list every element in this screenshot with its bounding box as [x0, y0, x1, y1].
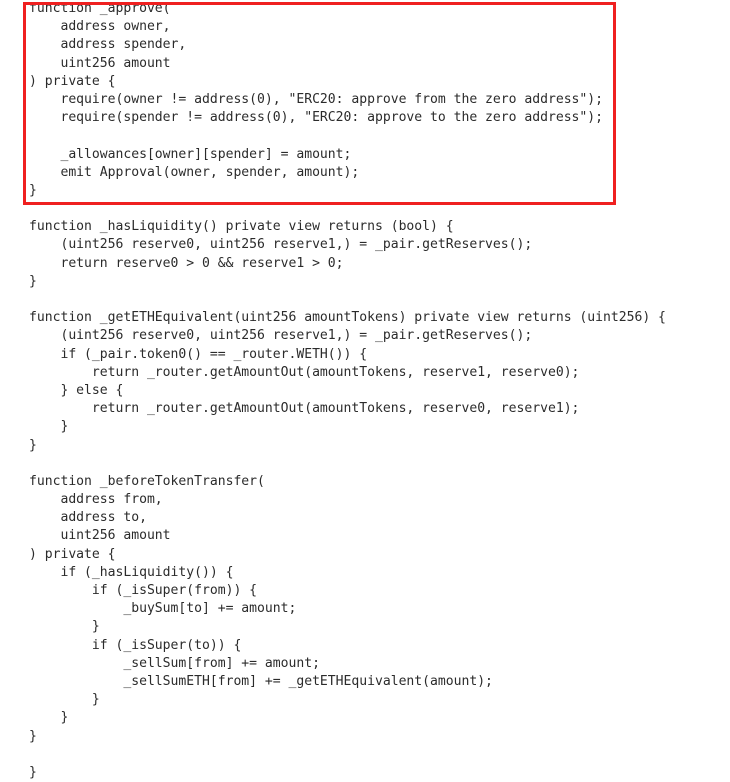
code-line: } [29, 419, 69, 435]
code-line: ) private { [29, 73, 116, 89]
code-line: _allowances[owner][spender] = amount; [29, 146, 352, 162]
code-block[interactable]: function _approve( address owner, addres… [0, 0, 730, 782]
code-line: require(spender != address(0), "ERC20: a… [29, 110, 604, 126]
code-line: _sellSumETH[from] += _getETHEquivalent(a… [29, 673, 493, 689]
code-line: } [29, 182, 37, 198]
code-line: address owner, [29, 19, 171, 35]
code-line: } [29, 728, 37, 744]
code-line: function _approve( [29, 1, 171, 16]
code-line: return _router.getAmountOut(amountTokens… [29, 364, 580, 380]
code-line: uint256 amount [29, 528, 171, 544]
code-line: if (_isSuper(to)) { [29, 637, 242, 653]
code-snippet-viewer: function _approve( address owner, addres… [0, 0, 730, 780]
code-line: return _router.getAmountOut(amountTokens… [29, 401, 580, 417]
code-line: if (_isSuper(from)) { [29, 583, 258, 598]
code-line: address spender, [29, 37, 187, 53]
code-line: function _getETHEquivalent(uint256 amoun… [29, 310, 666, 326]
code-line: } [29, 764, 37, 780]
code-line: (uint256 reserve0, uint256 reserve1,) = … [29, 328, 533, 344]
code-line: emit Approval(owner, spender, amount); [29, 164, 360, 180]
code-line: address from, [29, 492, 163, 508]
code-line: uint256 amount [29, 55, 171, 71]
code-line: function _hasLiquidity() private view re… [29, 219, 454, 235]
code-line: function _beforeTokenTransfer( [29, 473, 265, 489]
code-line: } else { [29, 382, 124, 398]
code-line: (uint256 reserve0, uint256 reserve1,) = … [29, 237, 533, 253]
code-line: if (_pair.token0() == _router.WETH()) { [29, 346, 368, 362]
code-line: if (_hasLiquidity()) { [29, 564, 234, 580]
code-line: address to, [29, 510, 147, 526]
code-line: } [29, 692, 100, 708]
code-line: ) private { [29, 546, 116, 562]
code-line: return reserve0 > 0 && reserve1 > 0; [29, 255, 344, 271]
code-line: _buySum[to] += amount; [29, 601, 297, 617]
code-line: _sellSum[from] += amount; [29, 655, 320, 671]
code-line: } [29, 619, 100, 635]
code-line: } [29, 710, 69, 726]
code-line: } [29, 273, 37, 289]
code-line: } [29, 437, 37, 453]
code-line: require(owner != address(0), "ERC20: app… [29, 91, 604, 107]
